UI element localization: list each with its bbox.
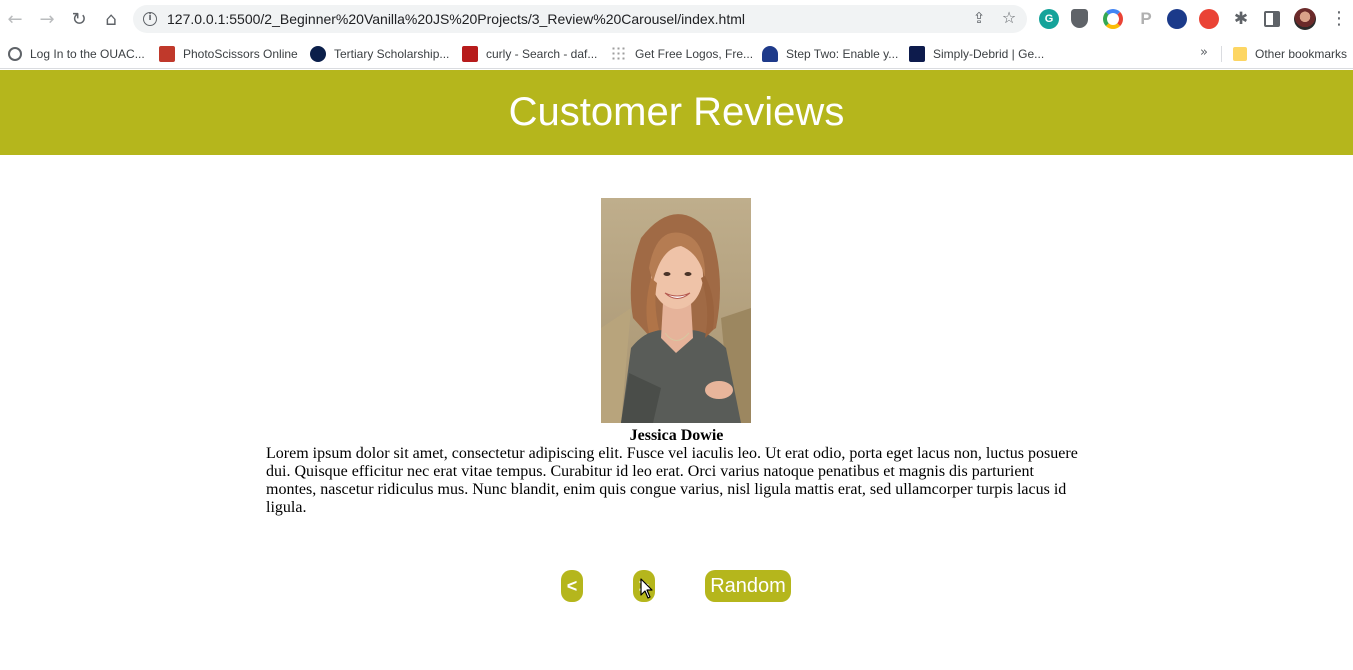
profile-avatar[interactable] bbox=[1294, 8, 1316, 30]
bookmark-label: PhotoScissors Online bbox=[183, 47, 298, 61]
reviewer-photo bbox=[601, 198, 751, 423]
random-review-button[interactable]: Random bbox=[705, 570, 791, 602]
bookmark-favicon-icon bbox=[611, 46, 627, 62]
more-bookmarks-chevron-icon[interactable]: » bbox=[1200, 45, 1208, 60]
forward-arrow-icon[interactable]: → bbox=[34, 6, 60, 32]
reviewer-photo-illustration bbox=[601, 198, 751, 423]
bookmark-label: Get Free Logos, Fre... bbox=[635, 47, 754, 61]
browser-toolbar: ← → ↻ ⌂ i 127.0.0.1:5500/2_Beginner%20Va… bbox=[0, 0, 1353, 38]
bookmark-item[interactable]: Simply-Debrid | Ge... bbox=[909, 43, 1044, 65]
bookmark-favicon-icon bbox=[762, 46, 778, 62]
color-ring-extension-icon[interactable] bbox=[1103, 9, 1123, 29]
url-text[interactable]: 127.0.0.1:5500/2_Beginner%20Vanilla%20JS… bbox=[167, 11, 745, 27]
bookmark-item[interactable]: Log In to the OUAC... bbox=[8, 43, 145, 65]
bookmarks-divider bbox=[1221, 46, 1222, 62]
bookmark-item[interactable]: PhotoScissors Online bbox=[159, 43, 298, 65]
reload-icon[interactable]: ↻ bbox=[66, 6, 92, 32]
other-bookmarks-folder[interactable]: Other bookmarks bbox=[1233, 43, 1347, 65]
blocker-extension-icon[interactable] bbox=[1199, 9, 1219, 29]
bookmark-favicon-icon bbox=[909, 46, 925, 62]
shield-extension-icon[interactable] bbox=[1071, 9, 1088, 28]
bookmarks-bar: Log In to the OUAC... PhotoScissors Onli… bbox=[0, 38, 1353, 69]
mouse-cursor-icon bbox=[640, 578, 653, 599]
bookmark-label: Tertiary Scholarship... bbox=[334, 47, 450, 61]
grammarly-extension-icon[interactable]: G bbox=[1039, 9, 1059, 29]
back-arrow-icon[interactable]: ← bbox=[2, 6, 28, 32]
bookmark-label: Log In to the OUAC... bbox=[30, 47, 145, 61]
bookmark-label: Simply-Debrid | Ge... bbox=[933, 47, 1045, 61]
bookmark-favicon-icon bbox=[159, 46, 175, 62]
share-icon[interactable]: ⇪ bbox=[969, 9, 989, 29]
other-bookmarks-label: Other bookmarks bbox=[1255, 47, 1348, 61]
bookmark-item[interactable]: Tertiary Scholarship... bbox=[310, 43, 449, 65]
bookmark-favicon-icon bbox=[310, 46, 326, 62]
side-panel-icon[interactable] bbox=[1264, 11, 1280, 27]
extensions-puzzle-icon[interactable]: ✱ bbox=[1231, 9, 1251, 29]
kebab-menu-icon[interactable]: ⋮ bbox=[1330, 9, 1348, 29]
page-title: Customer Reviews bbox=[508, 90, 845, 134]
bookmark-favicon-icon bbox=[8, 47, 22, 61]
home-icon[interactable]: ⌂ bbox=[98, 6, 124, 32]
bookmark-label: Step Two: Enable y... bbox=[786, 47, 899, 61]
folder-icon bbox=[1233, 47, 1247, 61]
page-header: Customer Reviews bbox=[0, 70, 1353, 155]
info-icon[interactable]: i bbox=[143, 12, 157, 26]
prev-review-button[interactable]: < bbox=[561, 570, 583, 602]
bookmark-item[interactable]: Step Two: Enable y... bbox=[762, 43, 898, 65]
reviewer-name: Jessica Dowie bbox=[629, 427, 724, 444]
review-text: Lorem ipsum dolor sit amet, consectetur … bbox=[266, 445, 1078, 516]
bookmark-star-icon[interactable]: ☆ bbox=[999, 8, 1019, 28]
bookmark-favicon-icon bbox=[462, 46, 478, 62]
p-extension-icon[interactable]: P bbox=[1136, 9, 1156, 29]
address-bar[interactable]: i 127.0.0.1:5500/2_Beginner%20Vanilla%20… bbox=[133, 5, 1027, 33]
bookmark-item[interactable]: Get Free Logos, Fre... bbox=[611, 43, 753, 65]
blue-extension-icon[interactable] bbox=[1167, 9, 1187, 29]
bookmark-item[interactable]: curly - Search - daf... bbox=[462, 43, 597, 65]
bookmark-label: curly - Search - daf... bbox=[486, 47, 598, 61]
